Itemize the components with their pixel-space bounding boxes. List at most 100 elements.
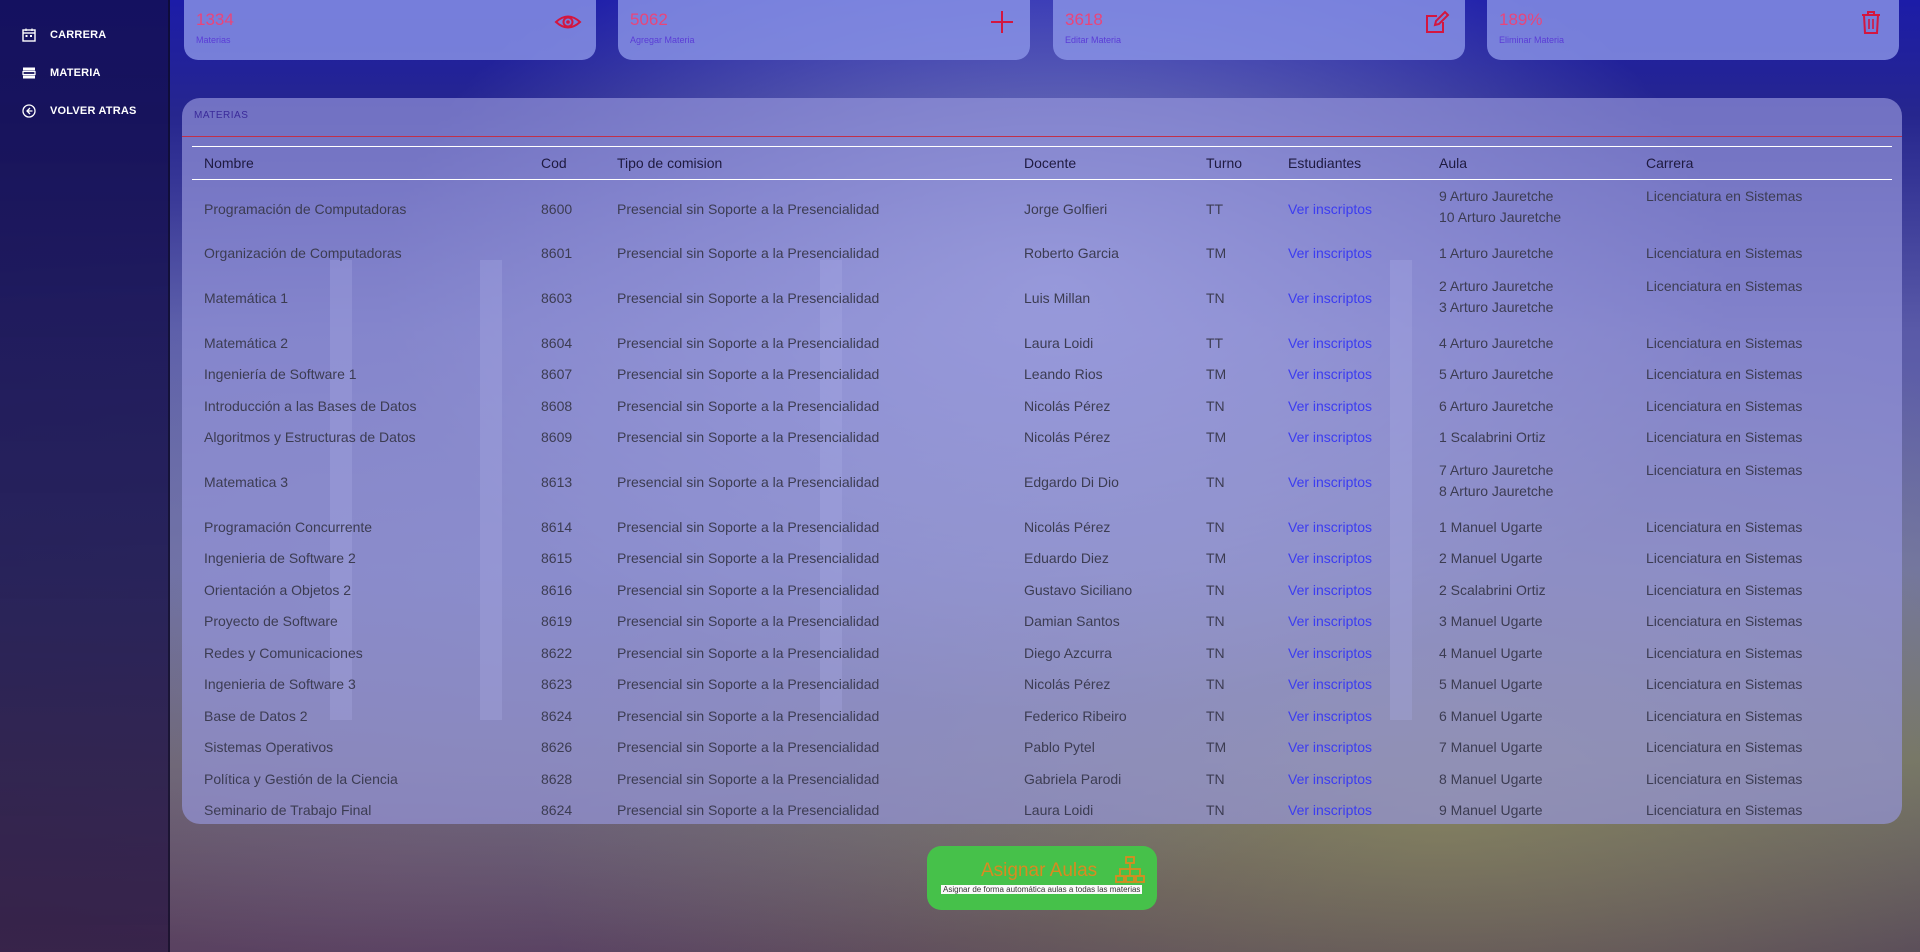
cell-nombre: Ingeniería de Software 1 bbox=[204, 366, 357, 383]
aula-line: 5 Manuel Ugarte bbox=[1439, 676, 1543, 693]
cell-turno: TM bbox=[1206, 550, 1227, 567]
table-row: Base de Datos 2 8624 Presencial sin Soport… bbox=[192, 701, 1892, 733]
cell-aula: 2 Arturo Jauretche 3 Arturo Jauretche bbox=[1427, 270, 1634, 328]
stat-label: Agregar Materia bbox=[630, 35, 695, 45]
cell-cod: 8613 bbox=[541, 474, 573, 490]
table-row: Introducción a las Bases de Datos 8608 Pre… bbox=[192, 391, 1892, 423]
cell-cod: 8600 bbox=[541, 200, 573, 217]
cell-cod: 8619 bbox=[541, 613, 573, 630]
table-row: Programación Concurrente 8614 Presencial s… bbox=[192, 512, 1892, 544]
cell-nombre: Organización de Computadoras bbox=[204, 245, 402, 262]
cell-aula: 2 Scalabrini Ortiz bbox=[1427, 575, 1634, 607]
stat-card-editar-materia: 3618 Editar Materia bbox=[1053, 0, 1465, 60]
cell-estudiantes: Ver inscriptos bbox=[1276, 764, 1427, 796]
cell-tipo: Presencial sin Soporte a la Presencialid… bbox=[617, 397, 880, 414]
cell-aula: 7 Arturo Jauretche 8 Arturo Jauretche bbox=[1427, 454, 1634, 512]
table-row: Redes y Comunicaciones 8622 Presencial sin… bbox=[192, 638, 1892, 670]
plus-icon[interactable] bbox=[988, 8, 1016, 36]
materias-table: Nombre Cod Tipo de comision Docente Turn… bbox=[192, 146, 1892, 827]
ver-inscriptos-link[interactable]: Ver inscriptos bbox=[1288, 771, 1372, 787]
ver-inscriptos-link[interactable]: Ver inscriptos bbox=[1288, 676, 1372, 692]
ver-inscriptos-link[interactable]: Ver inscriptos bbox=[1288, 290, 1372, 306]
ver-inscriptos-link[interactable]: Ver inscriptos bbox=[1288, 739, 1372, 755]
cell-tipo: Presencial sin Soporte a la Presencialid… bbox=[617, 676, 880, 693]
cell-carrera: Licenciatura en Sistemas bbox=[1646, 676, 1803, 693]
table-row: Sistemas Operativos 8626 Presencial sin So… bbox=[192, 732, 1892, 764]
ver-inscriptos-link[interactable]: Ver inscriptos bbox=[1288, 474, 1372, 490]
column-header-turno: Turno bbox=[1194, 146, 1276, 180]
cell-nombre: Ingenieria de Software 2 bbox=[204, 550, 356, 567]
cell-nombre: Sistemas Operativos bbox=[204, 739, 334, 756]
stat-number: 189% bbox=[1499, 10, 1543, 29]
ver-inscriptos-link[interactable]: Ver inscriptos bbox=[1288, 429, 1372, 445]
assign-classrooms-button[interactable]: Asignar Aulas Asignar de forma automátic… bbox=[927, 846, 1157, 910]
cell-carrera: Licenciatura en Sistemas bbox=[1646, 188, 1803, 204]
ver-inscriptos-link[interactable]: Ver inscriptos bbox=[1288, 398, 1372, 414]
cell-docente: Gustavo Siciliano bbox=[1024, 581, 1133, 598]
ver-inscriptos-link[interactable]: Ver inscriptos bbox=[1288, 582, 1372, 598]
aula-line: 1 Manuel Ugarte bbox=[1439, 518, 1543, 535]
cell-tipo: Presencial sin Soporte a la Presencialid… bbox=[617, 550, 880, 567]
stat-number: 1334 bbox=[196, 10, 234, 29]
cell-carrera: Licenciatura en Sistemas bbox=[1646, 366, 1803, 383]
cell-cod: 8624 bbox=[541, 802, 573, 819]
trash-icon[interactable] bbox=[1857, 8, 1885, 36]
cell-estudiantes: Ver inscriptos bbox=[1276, 238, 1427, 270]
cell-nombre: Redes y Comunicaciones bbox=[204, 644, 363, 661]
list-icon bbox=[22, 66, 36, 80]
cell-cod: 8601 bbox=[541, 245, 573, 262]
edit-icon[interactable] bbox=[1423, 8, 1451, 36]
ver-inscriptos-link[interactable]: Ver inscriptos bbox=[1288, 519, 1372, 535]
cell-cod: 8624 bbox=[541, 707, 573, 724]
sidebar-item-carrera[interactable]: CARRERA bbox=[0, 16, 168, 54]
cell-turno: TN bbox=[1206, 397, 1225, 414]
ver-inscriptos-link[interactable]: Ver inscriptos bbox=[1288, 366, 1372, 382]
cell-docente: Nicolás Pérez bbox=[1024, 676, 1111, 693]
cell-docente: Diego Azcurra bbox=[1024, 644, 1112, 661]
cell-nombre: Seminario de Trabajo Final bbox=[204, 802, 372, 819]
cell-estudiantes: Ver inscriptos bbox=[1276, 732, 1427, 764]
ver-inscriptos-link[interactable]: Ver inscriptos bbox=[1288, 802, 1372, 818]
sidebar-item-label: CARRERA bbox=[50, 29, 107, 41]
cell-docente: Nicolás Pérez bbox=[1024, 429, 1111, 446]
ver-inscriptos-link[interactable]: Ver inscriptos bbox=[1288, 708, 1372, 724]
sidebar-item-materia[interactable]: MATERIA bbox=[0, 54, 168, 92]
cell-carrera: Licenciatura en Sistemas bbox=[1646, 518, 1803, 535]
table-row: Seminario de Trabajo Final 8624 Presencial… bbox=[192, 795, 1892, 827]
sidebar-item-volver-atras[interactable]: VOLVER ATRAS bbox=[0, 92, 168, 130]
cell-carrera: Licenciatura en Sistemas bbox=[1646, 802, 1803, 819]
sidebar-item-label: MATERIA bbox=[50, 67, 101, 79]
sidebar: CARRERA MATERIA VOLVER ATRAS bbox=[0, 0, 170, 952]
aula-line: 7 Arturo Jauretche bbox=[1439, 461, 1554, 478]
aula-line: 4 Arturo Jauretche bbox=[1439, 334, 1554, 351]
table-row: Proyecto de Software 8619 Presencial sin S… bbox=[192, 606, 1892, 638]
cell-aula: 6 Manuel Ugarte bbox=[1427, 701, 1634, 733]
cell-estudiantes: Ver inscriptos bbox=[1276, 669, 1427, 701]
cell-docente: Nicolás Pérez bbox=[1024, 397, 1111, 414]
column-header-tipo: Tipo de comision bbox=[605, 146, 1012, 180]
ver-inscriptos-link[interactable]: Ver inscriptos bbox=[1288, 645, 1372, 661]
cell-nombre: Ingenieria de Software 3 bbox=[204, 676, 356, 693]
ver-inscriptos-link[interactable]: Ver inscriptos bbox=[1288, 613, 1372, 629]
ver-inscriptos-link[interactable]: Ver inscriptos bbox=[1288, 550, 1372, 566]
ver-inscriptos-link[interactable]: Ver inscriptos bbox=[1288, 245, 1372, 261]
column-header-carrera: Carrera bbox=[1634, 146, 1892, 180]
panel-header: MATERIAS bbox=[182, 98, 1902, 137]
cell-carrera: Licenciatura en Sistemas bbox=[1646, 397, 1803, 414]
cell-nombre: Matematica 3 bbox=[204, 474, 289, 490]
ver-inscriptos-link[interactable]: Ver inscriptos bbox=[1288, 335, 1372, 351]
eye-icon[interactable] bbox=[554, 8, 582, 36]
stat-number: 5062 bbox=[630, 10, 668, 29]
cell-cod: 8603 bbox=[541, 290, 573, 306]
cell-estudiantes: Ver inscriptos bbox=[1276, 575, 1427, 607]
table-row: Política y Gestión de la Ciencia 8628 Pres… bbox=[192, 764, 1892, 796]
cell-aula: 5 Arturo Jauretche bbox=[1427, 359, 1634, 391]
cell-turno: TN bbox=[1206, 581, 1225, 598]
cell-turno: TN bbox=[1206, 290, 1225, 306]
cell-tipo: Presencial sin Soporte a la Presencialid… bbox=[617, 770, 880, 787]
cell-turno: TM bbox=[1206, 739, 1227, 756]
ver-inscriptos-link[interactable]: Ver inscriptos bbox=[1288, 201, 1372, 217]
stat-card-materias: 1334 Materias bbox=[184, 0, 596, 60]
cell-turno: TN bbox=[1206, 474, 1225, 490]
aula-line: 8 Manuel Ugarte bbox=[1439, 770, 1543, 787]
